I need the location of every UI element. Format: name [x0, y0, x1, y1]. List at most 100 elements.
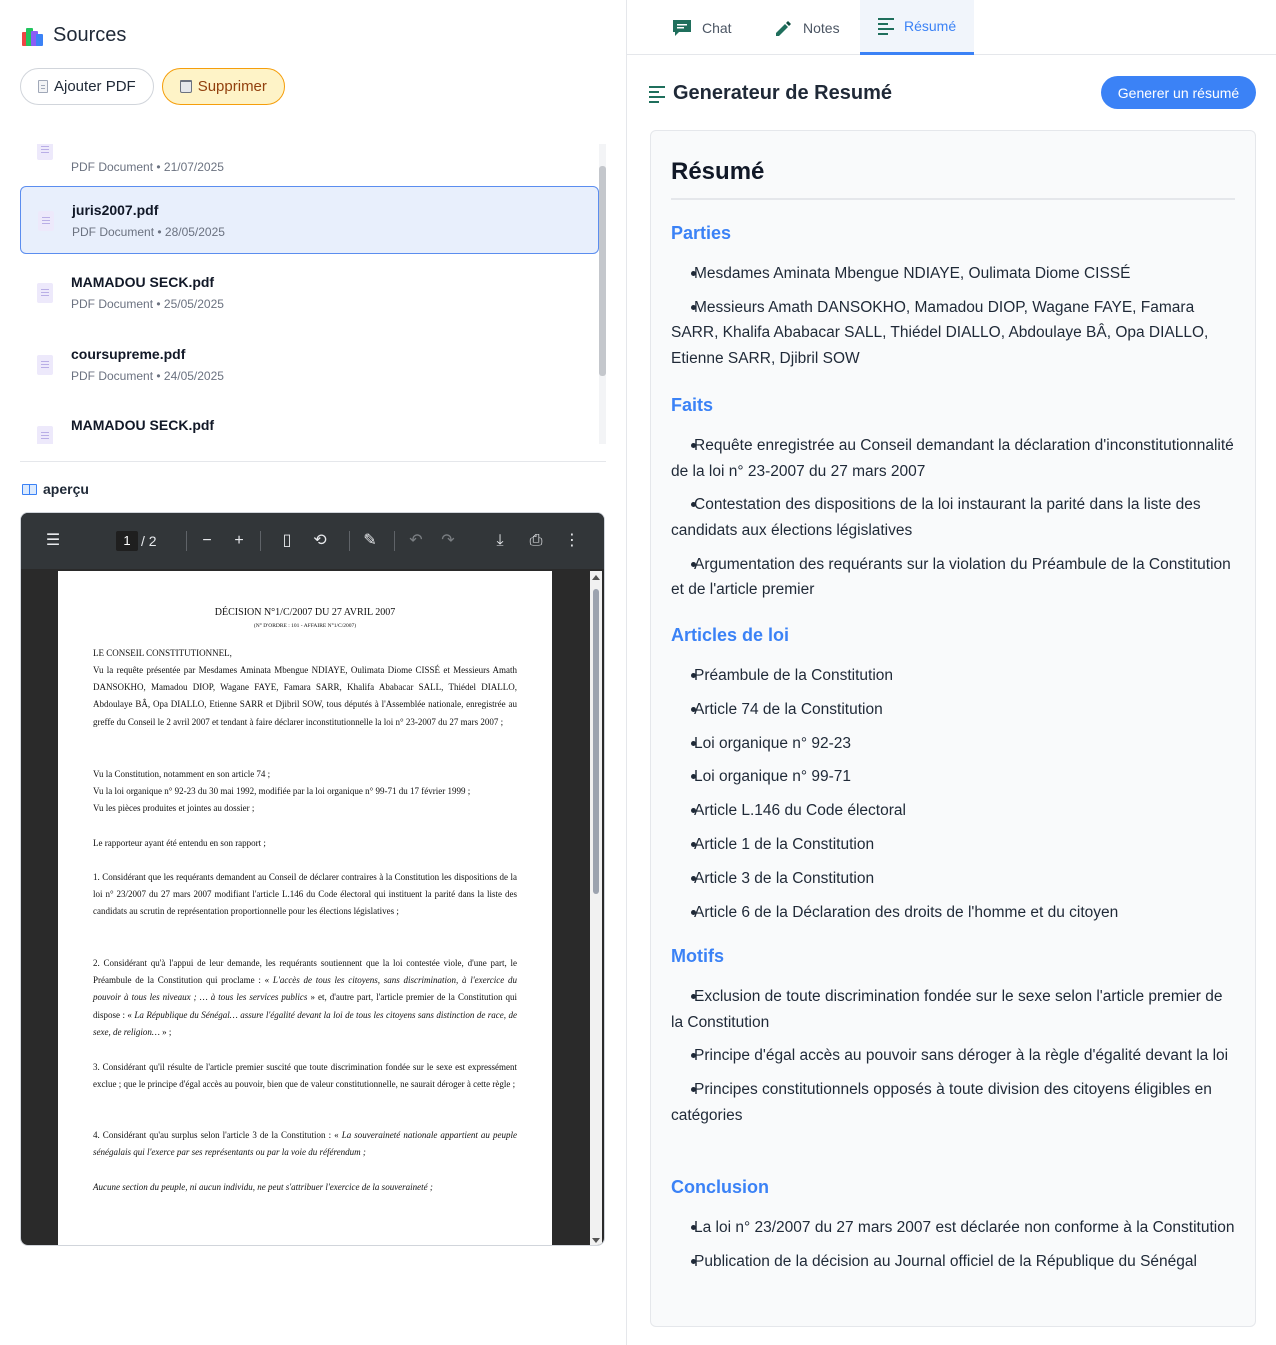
pdf-paragraph: Vu la Constitution, notamment en son art…	[93, 769, 271, 779]
sources-header: Sources	[22, 24, 126, 47]
undo-icon[interactable]: ↶	[406, 531, 426, 551]
generator-header: Generateur de Resumé	[649, 82, 892, 105]
delete-label: Supprimer	[197, 78, 267, 95]
section-title-conclusion: Conclusion	[671, 1177, 769, 1197]
print-icon[interactable]: ⎙	[526, 531, 546, 551]
section-list-parties: Mesdames Aminata Mbengue NDIAYE, Oulimat…	[671, 261, 1237, 380]
pdf-paragraph: Vu la requête présentée par Mesdames Ami…	[93, 665, 517, 727]
list-item: Requête enregistrée au Conseil demandant…	[671, 433, 1237, 484]
preview-label: aperçu	[43, 481, 89, 497]
add-pdf-button[interactable]: Ajouter PDF	[20, 68, 154, 105]
page-number-input[interactable]: 1	[116, 531, 138, 551]
toolbar-separator	[349, 531, 350, 551]
scroll-down-icon[interactable]	[592, 1238, 600, 1243]
pdf-decision-subtitle: (N° D'ORDRE : 101 - AFFAIRE N°1/C/2007)	[253, 623, 357, 629]
section-list-conclusion: La loi n° 23/2007 du 27 mars 2007 est dé…	[671, 1215, 1237, 1283]
file-meta: PDF Document • 24/05/2025	[71, 369, 224, 383]
pdf-paragraph: 3. Considérant qu'il résulte de l'articl…	[93, 1062, 517, 1090]
pdf-paragraph: Vu la loi organique n° 92-23 du 30 mai 1…	[93, 786, 471, 796]
draw-icon[interactable]: ✎	[360, 531, 380, 551]
pdf-file-icon	[37, 355, 53, 375]
list-item: Article 1 de la Constitution	[671, 832, 1237, 858]
fit-page-icon[interactable]: ▯	[277, 531, 297, 551]
toolbar-separator	[186, 531, 187, 551]
file-name: MAMADOU SECK.pdf	[71, 274, 215, 290]
pdf-file-icon	[37, 283, 53, 303]
tab-label: Notes	[803, 19, 840, 36]
document-icon	[38, 80, 48, 93]
generator-title: Generateur de Resumé	[673, 82, 892, 104]
scrollbar-thumb[interactable]	[593, 589, 599, 894]
pdf-paragraph: 4. Considérant qu'au surplus selon l'art…	[93, 1127, 517, 1161]
list-item: Messieurs Amath DANSOKHO, Mamadou DIOP, …	[671, 295, 1237, 372]
tab-chat[interactable]: Chat	[654, 0, 750, 55]
pencil-icon	[776, 20, 791, 36]
more-options-icon[interactable]: ⋮	[562, 531, 582, 551]
pdf-paragraph: Aucune section du peuple, ni aucun indiv…	[93, 1179, 517, 1196]
file-name: MAMADOU SECK.pdf	[71, 417, 215, 433]
list-item: La loi n° 23/2007 du 27 mars 2007 est dé…	[671, 1215, 1237, 1241]
summary-heading: Résumé	[671, 158, 765, 185]
scroll-up-icon[interactable]	[592, 575, 600, 580]
list-item: Article 3 de la Constitution	[671, 866, 1237, 892]
list-item: Préambule de la Constitution	[671, 663, 1237, 689]
pdf-viewer: ☰ 1 / 2 − + ▯ ⟲ ✎ ↶ ↷ ⤓ ⎙ ⋮ DÉCISION N°1…	[20, 512, 605, 1246]
list-item: Principe d'égal accès au pouvoir sans dé…	[671, 1043, 1237, 1069]
pdf-decision-title: DÉCISION N°1/C/2007 DU 27 AVRIL 2007	[214, 607, 396, 618]
list-item: Article L.146 du Code électoral	[671, 798, 1237, 824]
open-book-icon	[22, 483, 37, 495]
tab-resume[interactable]: Résumé	[860, 0, 975, 55]
summary-divider	[671, 198, 1235, 200]
pdf-text-run: Aucune section du peuple, ni aucun indiv…	[93, 1182, 433, 1192]
list-item: Exclusion de toute discrimination fondée…	[671, 984, 1237, 1035]
section-list-faits: Requête enregistrée au Conseil demandant…	[671, 433, 1237, 611]
pdf-paragraph: Le rapporteur ayant été entendu en son r…	[93, 838, 266, 848]
scrollbar-thumb[interactable]	[599, 166, 606, 376]
list-item: Mesdames Aminata Mbengue NDIAYE, Oulimat…	[671, 261, 1237, 287]
section-title-faits: Faits	[671, 395, 714, 415]
pdf-paragraph: LE CONSEIL CONSTITUTIONNEL,	[93, 648, 232, 658]
sources-title: Sources	[53, 24, 127, 46]
trash-icon	[179, 80, 192, 93]
redo-icon[interactable]: ↷	[438, 531, 458, 551]
section-title-parties: Parties	[671, 223, 732, 243]
zoom-out-icon[interactable]: −	[197, 531, 217, 551]
list-item: Article 6 de la Déclaration des droits d…	[671, 900, 1237, 926]
file-name: coursupreme.pdf	[71, 346, 186, 362]
section-title-articles: Articles de loi	[671, 625, 790, 645]
pdf-text-run: 4. Considérant qu'au surplus selon l'art…	[93, 1130, 342, 1140]
section-list-motifs: Exclusion de toute discrimination fondée…	[671, 984, 1237, 1136]
delete-button[interactable]: Supprimer	[161, 68, 285, 105]
file-list[interactable]: PDF Document • 21/07/2025 juris2007.pdf …	[20, 144, 606, 444]
list-item: Publication de la décision au Journal of…	[671, 1249, 1237, 1275]
tab-bar: Chat Notes Résumé	[627, 0, 1276, 55]
file-meta: PDF Document • 28/05/2025	[72, 225, 225, 239]
sources-actions: Ajouter PDF Supprimer	[20, 68, 285, 105]
pdf-paragraph: 2. Considérant qu'à l'appui de leur dema…	[93, 955, 517, 1041]
generate-summary-button[interactable]: Generer un résumé	[1101, 76, 1256, 109]
menu-icon[interactable]: ☰	[43, 531, 63, 551]
pdf-paragraph: Vu les pièces produites et jointes au do…	[93, 803, 255, 813]
file-item[interactable]: coursupreme.pdf PDF Document • 24/05/202…	[20, 331, 599, 399]
toolbar-separator	[260, 531, 261, 551]
file-list-scrollbar[interactable]	[599, 144, 606, 444]
download-icon[interactable]: ⤓	[490, 531, 510, 551]
file-item[interactable]: MAMADOU SECK.pdf PDF Document • 25/05/20…	[20, 259, 599, 327]
sources-panel: Sources Ajouter PDF Supprimer PDF Docume…	[0, 0, 626, 1345]
zoom-in-icon[interactable]: +	[229, 531, 249, 551]
pdf-text-run: La République du Sénégal… assure l'égali…	[93, 1009, 517, 1037]
pdf-file-icon	[37, 426, 53, 444]
file-meta: PDF Document • 21/07/2025	[71, 160, 224, 174]
pdf-toolbar: ☰ 1 / 2 − + ▯ ⟲ ✎ ↶ ↷ ⤓ ⎙ ⋮	[21, 513, 604, 569]
tab-notes[interactable]: Notes	[755, 0, 858, 55]
rotate-icon[interactable]: ⟲	[310, 531, 330, 551]
file-item[interactable]: PDF Document • 21/07/2025	[20, 144, 599, 184]
file-item-selected[interactable]: juris2007.pdf PDF Document • 28/05/2025	[20, 186, 599, 254]
pdf-file-icon	[37, 144, 53, 160]
file-meta: PDF Document • 25/05/2025	[71, 297, 224, 311]
list-item: Article 74 de la Constitution	[671, 697, 1237, 723]
pdf-file-icon	[38, 211, 54, 231]
file-item[interactable]: MAMADOU SECK.pdf	[20, 402, 599, 444]
pdf-scrollbar[interactable]	[590, 571, 602, 1245]
page-total: / 2	[141, 533, 157, 549]
